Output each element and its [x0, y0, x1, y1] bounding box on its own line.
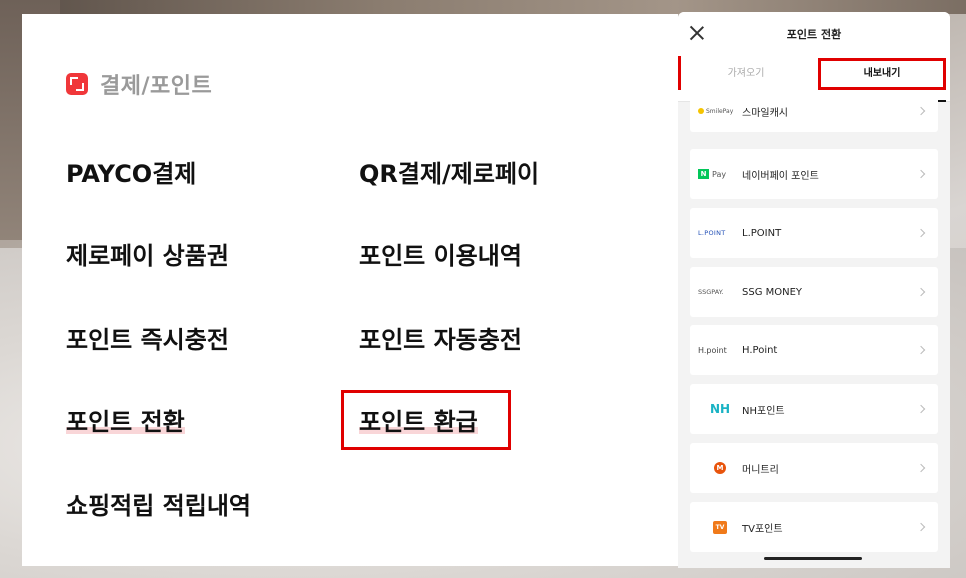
menu-item-point-conversion-label: 포인트 전환 — [66, 408, 185, 436]
menu-title: 결제/포인트 — [100, 74, 213, 99]
partner-item-lpoint[interactable]: L.POINT L.POINT — [690, 208, 938, 258]
chevron-right-icon — [916, 522, 926, 532]
partner-item-naverpay[interactable]: N Pay 네이버페이 포인트 — [690, 149, 938, 199]
hpoint-logo-icon: H.point — [698, 345, 727, 355]
partner-name: SSG MONEY — [742, 286, 803, 298]
scan-icon — [66, 73, 88, 95]
partner-name: 스마일캐시 — [742, 107, 788, 119]
menu-header: 결제/포인트 — [66, 68, 212, 100]
menu-item-qr-zeropay[interactable]: QR결제/제로페이 — [359, 154, 539, 189]
point-conversion-sheet: 포인트 전환 가져오기 내보내기 SmilePay 스마일캐시 N Pay 네이버… — [678, 12, 950, 568]
chevron-right-icon — [916, 169, 926, 179]
payment-point-menu: 결제/포인트 PAYCO결제 QR결제/제로페이 제로페이 상품권 포인트 이용… — [22, 14, 678, 566]
chevron-right-icon — [916, 228, 926, 238]
naverpay-logo-icon: N Pay — [690, 169, 742, 179]
ssgpay-logo-icon: SSGPAY. — [698, 288, 724, 296]
partner-name: 머니트리 — [742, 464, 779, 476]
chevron-right-icon — [916, 106, 926, 116]
partner-item-nh-point[interactable]: NH NH포인트 — [690, 384, 938, 434]
partner-name: TV포인트 — [742, 523, 783, 535]
chevron-right-icon — [916, 287, 926, 297]
menu-item-payco-payment[interactable]: PAYCO결제 — [66, 154, 196, 189]
moneytree-logo-mark: M — [714, 462, 726, 474]
naverpay-logo-text: Pay — [712, 169, 727, 179]
partner-name: L.POINT — [742, 227, 782, 239]
nh-logo-icon: NH — [709, 402, 731, 416]
partner-item-ssg-money[interactable]: SSGPAY. SSG MONEY — [690, 267, 938, 317]
highlight-box-export-tab — [818, 58, 946, 90]
highlight-edge-marker — [678, 56, 681, 90]
partner-item-tv-point[interactable]: TV TV포인트 — [690, 502, 938, 552]
chevron-right-icon — [916, 345, 926, 355]
menu-item-point-history[interactable]: 포인트 이용내역 — [359, 236, 522, 271]
partner-name: 네이버페이 포인트 — [742, 170, 819, 182]
chevron-right-icon — [916, 404, 926, 414]
naverpay-logo-mark: N — [698, 169, 709, 179]
smilepay-logo-text: SmilePay — [706, 107, 734, 115]
sheet-header: 포인트 전환 — [678, 12, 950, 56]
partner-name: H.Point — [742, 344, 778, 356]
home-indicator — [764, 557, 862, 560]
smilepay-logo-icon: SmilePay — [690, 108, 742, 115]
moneytree-logo-icon: M — [690, 462, 742, 474]
partner-name: NH포인트 — [742, 405, 785, 417]
menu-item-point-auto-charge[interactable]: 포인트 자동충전 — [359, 320, 522, 355]
menu-item-point-instant-charge[interactable]: 포인트 즉시충전 — [66, 320, 229, 355]
menu-item-point-conversion[interactable]: 포인트 전환 — [66, 402, 185, 437]
menu-item-shopping-rewards-history[interactable]: 쇼핑적립 적립내역 — [66, 486, 251, 521]
menu-item-zeropay-voucher[interactable]: 제로페이 상품권 — [66, 236, 229, 271]
tvpoint-logo-icon: TV — [690, 520, 742, 534]
tvpoint-logo-mark: TV — [713, 520, 727, 534]
lpoint-logo-icon: L.POINT — [698, 229, 726, 237]
partner-item-hpoint[interactable]: H.point H.Point — [690, 325, 938, 375]
partner-item-smilecash[interactable]: SmilePay 스마일캐시 — [690, 90, 938, 132]
sheet-title: 포인트 전환 — [786, 28, 842, 41]
partner-item-moneytree[interactable]: M 머니트리 — [690, 443, 938, 493]
chevron-right-icon — [916, 463, 926, 473]
highlight-box-point-refund — [341, 390, 511, 450]
